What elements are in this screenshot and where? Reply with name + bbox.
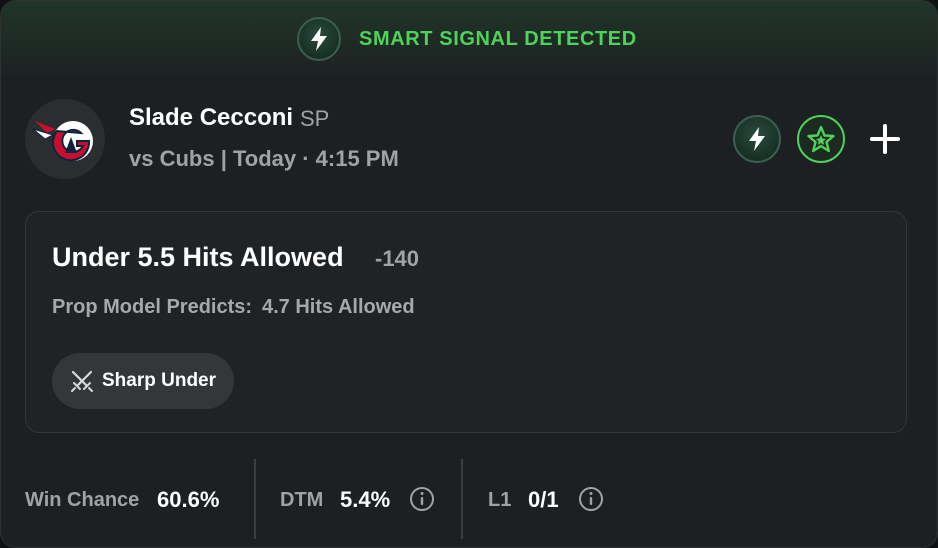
crossed-swords-icon (71, 370, 93, 392)
prop-odds: -140 (375, 246, 420, 271)
smart-signal-text: SMART SIGNAL DETECTED (359, 27, 637, 50)
model-prediction-value: 4.7 Hits Allowed (262, 296, 415, 318)
prop-details[interactable]: Under 5.5 Hits Allowed -140 Prop Model P… (25, 211, 907, 433)
sharp-under-label: Sharp Under (102, 370, 217, 391)
favorite-button[interactable] (797, 115, 845, 163)
player-position: SP (300, 106, 330, 131)
player-name[interactable]: Slade Cecconi (129, 104, 293, 132)
stat-divider (254, 459, 256, 539)
plus-icon (870, 124, 900, 154)
dtm-value: 5.4% (340, 487, 391, 512)
l1-label: L1 (488, 489, 512, 511)
l1-value: 0/1 (528, 487, 559, 512)
guardians-logo-icon (33, 121, 93, 162)
stat-divider (461, 459, 463, 539)
star-icon (807, 125, 835, 153)
team-logo (25, 99, 105, 179)
model-prediction-label: Prop Model Predicts: (52, 296, 253, 318)
signal-button[interactable] (733, 115, 781, 163)
info-icon[interactable] (409, 486, 435, 512)
add-button[interactable] (865, 119, 905, 159)
win-chance-value: 60.6% (157, 487, 220, 512)
dtm-label: DTM (280, 489, 324, 511)
prop-card: SMART SIGNAL DETECTED Slade Cecconi SP v… (0, 0, 938, 548)
sharp-under-tag[interactable]: Sharp Under (52, 353, 235, 409)
smart-signal-banner: SMART SIGNAL DETECTED (1, 1, 937, 79)
info-icon[interactable] (578, 486, 604, 512)
win-chance-label: Win Chance (25, 489, 140, 511)
game-info: vs Cubs | Today · 4:15 PM (129, 146, 399, 171)
prop-title: Under 5.5 Hits Allowed (52, 242, 344, 272)
lightning-bolt-icon (749, 127, 765, 151)
lightning-bolt-icon (297, 17, 341, 61)
